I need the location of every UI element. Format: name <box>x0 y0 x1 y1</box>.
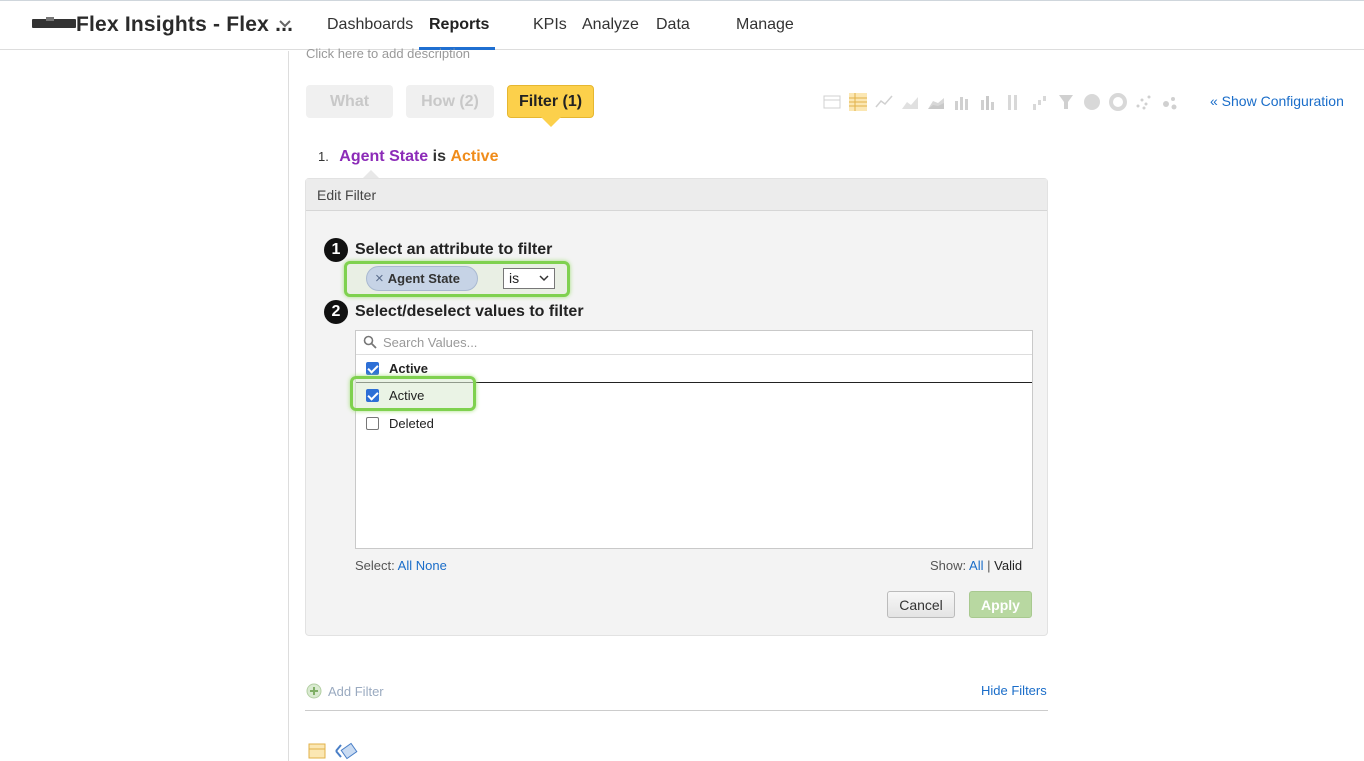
select-controls: Select: All None <box>355 558 447 573</box>
funnel-icon[interactable] <box>1056 92 1076 112</box>
stacked-area-icon[interactable] <box>926 92 946 112</box>
step-2-title: Select/deselect values to filter <box>355 303 584 320</box>
nav-reports[interactable]: Reports <box>429 16 489 34</box>
brand-logo-mark <box>46 17 54 21</box>
top-navigation-bar: Flex Insights - Flex ... Dashboards Repo… <box>0 0 1364 50</box>
hide-filters-link[interactable]: Hide Filters <box>981 683 1047 698</box>
filter-operator: is <box>432 148 446 165</box>
sticky-active-checkbox[interactable] <box>366 362 379 375</box>
pivot-icon[interactable] <box>848 92 868 112</box>
step-1-badge: 1 <box>324 238 348 262</box>
filter-value: Active <box>450 148 499 165</box>
operator-select[interactable]: is <box>503 268 555 289</box>
left-pane <box>0 51 289 761</box>
show-all-link[interactable]: All <box>969 558 983 573</box>
value-active-checkbox[interactable] <box>366 389 379 402</box>
edit-filter-header: Edit Filter <box>306 179 1047 211</box>
attribute-pill-label: Agent State <box>387 271 460 286</box>
step-1-title: Select an attribute to filter <box>355 241 553 258</box>
apply-button[interactable]: Apply <box>969 591 1032 618</box>
search-values-input[interactable]: Search Values... <box>356 331 1032 355</box>
attribute-pill[interactable]: × Agent State <box>366 266 478 291</box>
remove-attribute-icon[interactable]: × <box>375 270 384 287</box>
select-none-link[interactable]: None <box>416 558 447 573</box>
add-circle-icon <box>306 683 322 699</box>
donut-icon[interactable] <box>1108 92 1128 112</box>
nav-dashboards[interactable]: Dashboards <box>327 16 413 34</box>
column-icon[interactable] <box>1004 92 1024 112</box>
step-2-badge: 2 <box>324 300 348 324</box>
chevron-down-icon[interactable] <box>278 19 292 29</box>
add-filter-button[interactable]: Add Filter <box>306 683 384 699</box>
table-icon[interactable] <box>822 92 842 112</box>
stacked-bar-icon[interactable] <box>978 92 998 112</box>
nav-data[interactable]: Data <box>656 16 690 34</box>
value-deleted-checkbox[interactable] <box>366 417 379 430</box>
nav-manage[interactable]: Manage <box>736 16 794 34</box>
table-view-icon[interactable] <box>308 742 326 760</box>
edit-pencil-icon[interactable] <box>333 742 359 760</box>
show-label: Show: <box>930 558 967 573</box>
app-title[interactable]: Flex Insights - Flex ... <box>76 13 293 37</box>
pie-icon[interactable] <box>1082 92 1102 112</box>
filter-number: 1. <box>318 149 329 164</box>
add-filter-label: Add Filter <box>328 683 384 699</box>
show-valid-link[interactable]: Valid <box>994 558 1022 573</box>
bubble-icon[interactable] <box>1160 92 1180 112</box>
filter-summary[interactable]: 1. Agent State is Active <box>318 148 498 166</box>
scatter-icon[interactable] <box>1134 92 1154 112</box>
tab-what[interactable]: What <box>306 85 393 118</box>
line-icon[interactable] <box>874 92 894 112</box>
nav-analyze[interactable]: Analyze <box>582 16 639 34</box>
filters-divider <box>305 710 1048 711</box>
value-active-label[interactable]: Active <box>389 388 424 403</box>
brand-logo <box>32 19 76 28</box>
chart-type-picker <box>822 92 1180 114</box>
tab-how[interactable]: How (2) <box>406 85 494 118</box>
waterfall-icon[interactable] <box>1030 92 1050 112</box>
search-icon <box>363 335 377 349</box>
tab-filter[interactable]: Filter (1) <box>507 85 594 118</box>
tab-pointer <box>541 117 561 127</box>
bar-icon[interactable] <box>952 92 972 112</box>
select-all-link[interactable]: All <box>398 558 412 573</box>
value-deleted-label[interactable]: Deleted <box>389 416 434 431</box>
filter-attribute: Agent State <box>339 148 429 165</box>
operator-select-value: is <box>509 270 520 286</box>
sticky-active-label: Active <box>389 361 429 376</box>
cancel-button[interactable]: Cancel <box>887 591 955 618</box>
show-configuration-link[interactable]: « Show Configuration <box>1210 93 1344 109</box>
values-list: Search Values... <box>355 330 1033 549</box>
show-controls: Show: All | Valid <box>930 558 1022 573</box>
select-label: Select: <box>355 558 395 573</box>
chevron-down-icon <box>539 275 549 282</box>
nav-kpis[interactable]: KPIs <box>533 16 567 34</box>
report-description[interactable]: Click here to add description <box>306 46 470 61</box>
show-separator: | <box>987 558 991 573</box>
area-line-icon[interactable] <box>900 92 920 112</box>
